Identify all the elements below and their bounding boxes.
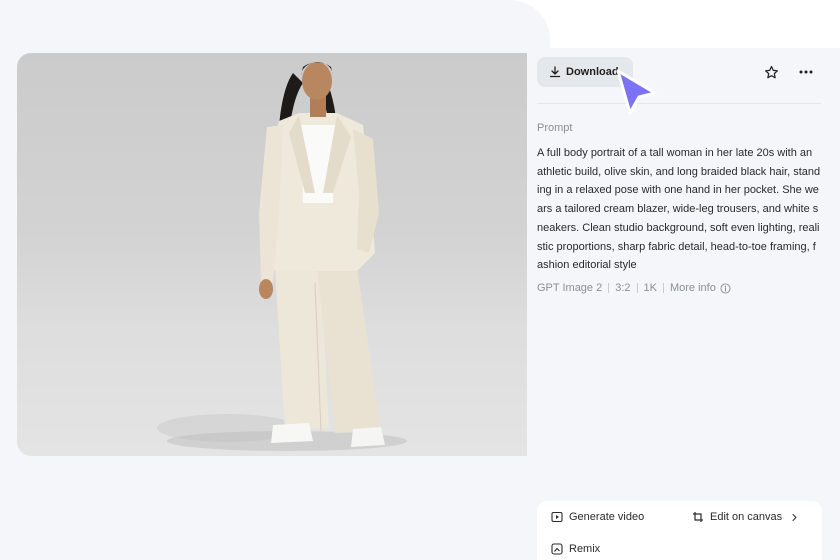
remix-label: Remix [569, 543, 601, 555]
crop-icon [693, 512, 703, 522]
more-icon [799, 70, 813, 74]
info-icon [720, 282, 731, 294]
generate-video-label: Generate video [569, 511, 645, 523]
aspect-ratio: 3:2 [615, 282, 631, 294]
woman-in-cream-suit-photo [157, 62, 407, 451]
more-info-link[interactable]: More info [670, 282, 731, 294]
remix-icon [551, 543, 563, 555]
download-icon [549, 66, 561, 78]
remix-button[interactable]: Remix [551, 543, 600, 555]
more-info-label: More info [669, 282, 716, 294]
video-icon [551, 511, 563, 523]
favorite-button[interactable] [761, 62, 781, 82]
chevron-right-icon [792, 513, 797, 521]
edit-on-canvas-button[interactable]: Edit on canvas [692, 511, 799, 523]
generated-image[interactable] [17, 53, 527, 456]
image-metadata: GPT Image 2 3:2 1K More info [537, 282, 731, 294]
actions-card: Generate video Edit on canvas Remix [537, 501, 822, 560]
model-name: GPT Image 2 [537, 282, 603, 294]
meta-separator [608, 283, 610, 293]
generate-video-button[interactable]: Generate video [551, 511, 644, 523]
details-panel [527, 48, 840, 560]
download-label: Download [566, 66, 619, 78]
prompt-heading: Prompt [537, 122, 573, 134]
resolution: 1K [643, 282, 657, 294]
meta-separator [662, 283, 664, 293]
more-options-button[interactable] [795, 62, 817, 82]
panel-divider [537, 103, 821, 104]
download-button[interactable]: Download [537, 57, 633, 87]
meta-separator [636, 283, 638, 293]
edit-on-canvas-label: Edit on canvas [710, 511, 783, 523]
star-icon [764, 65, 778, 78]
prompt-text: A full body portrait of a tall woman in … [537, 147, 821, 272]
